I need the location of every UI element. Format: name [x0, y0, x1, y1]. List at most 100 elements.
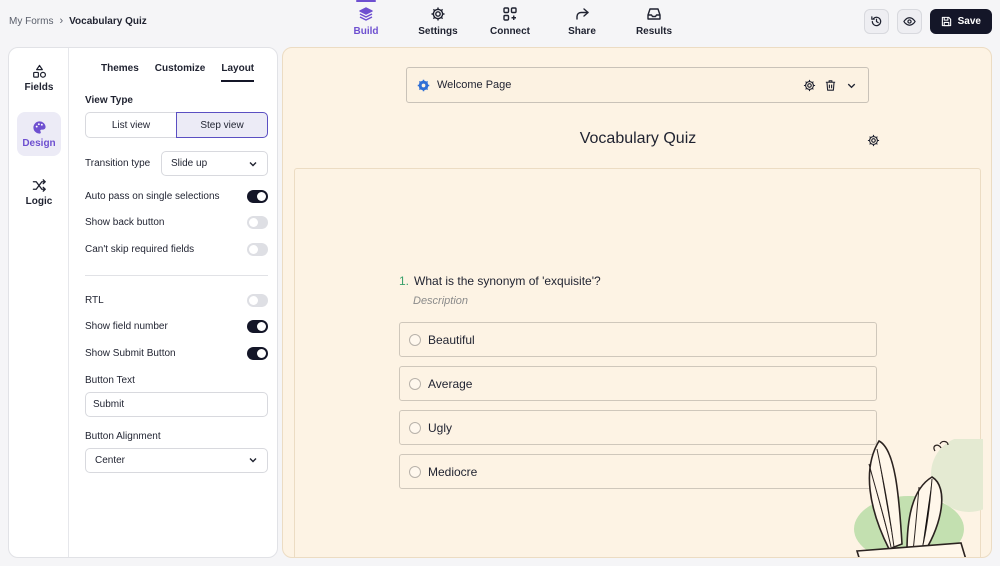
breadcrumb-separator: ›	[59, 15, 64, 27]
rail-logic-label: Logic	[25, 195, 53, 207]
breadcrumb-current: Vocabulary Quiz	[69, 15, 147, 27]
rtl-toggle[interactable]	[247, 293, 268, 307]
toggle-group-a: Auto pass on single selections Show back…	[85, 183, 268, 263]
history-button[interactable]	[863, 9, 889, 34]
grid-plus-icon	[503, 7, 517, 21]
rail-item-design[interactable]: Design	[17, 112, 61, 156]
tab-results[interactable]: Results	[618, 6, 690, 37]
main-nav: Build Settings Connect Share Results	[330, 0, 690, 37]
tab-share-label: Share	[568, 26, 596, 37]
chevron-down-icon	[249, 458, 257, 463]
question-description[interactable]: Description	[413, 295, 468, 307]
show-submit-toggle[interactable]	[247, 346, 268, 360]
tab-build-label: Build	[353, 26, 379, 37]
show-field-number-row: Show field number	[85, 313, 268, 340]
palette-icon	[32, 120, 46, 134]
layers-icon	[359, 7, 373, 21]
question-card: 1. What is the synonym of 'exquisite'? De…	[294, 168, 983, 557]
divider	[85, 274, 268, 276]
option-item[interactable]: Mediocre	[399, 454, 877, 489]
top-bar: My Forms › Vocabulary Quiz Build Setting…	[0, 0, 1000, 44]
toggle-group-b: RTL Show field number Show Submit Button	[85, 287, 268, 367]
tab-connect[interactable]: Connect	[474, 6, 546, 37]
transition-value: Slide up	[171, 158, 208, 169]
auto-pass-row: Auto pass on single selections	[85, 183, 268, 210]
radio-icon	[409, 421, 421, 434]
rail-item-fields[interactable]: Fields	[17, 56, 61, 100]
button-alignment-select[interactable]: Center	[85, 447, 268, 473]
rail-design-label: Design	[22, 137, 56, 149]
left-panel: Fields Design Logic Themes Customize Lay…	[8, 47, 278, 558]
show-back-toggle[interactable]	[247, 216, 268, 230]
rail-item-logic[interactable]: Logic	[17, 170, 61, 214]
transition-label: Transition type	[85, 158, 151, 169]
chevron-down-icon[interactable]	[845, 79, 858, 92]
question-text: What is the synonym of 'exquisite'?	[414, 274, 601, 288]
button-text-label: Button Text	[85, 374, 135, 386]
inbox-icon	[647, 8, 661, 20]
step-view-option[interactable]: Step view	[176, 112, 268, 138]
option-label: Average	[428, 376, 473, 391]
welcome-page-title: Welcome Page	[437, 79, 512, 91]
radio-icon	[409, 333, 421, 346]
tab-themes[interactable]: Themes	[101, 63, 139, 82]
shuffle-icon	[32, 178, 46, 192]
breadcrumb-my-forms[interactable]: My Forms	[9, 16, 53, 27]
transition-row: Transition type Slide up	[85, 151, 268, 176]
form-canvas: Welcome Page Vocabulary Quiz 1. What is t…	[282, 47, 992, 558]
button-text-input[interactable]: Submit	[85, 391, 268, 417]
cant-skip-toggle[interactable]	[247, 242, 268, 256]
side-rail: Fields Design Logic	[9, 48, 69, 557]
view-type-toggle: List view Step view	[85, 112, 268, 138]
layout-settings: Themes Customize Layout View Type List v…	[69, 48, 277, 557]
welcome-page-bar[interactable]: Welcome Page	[406, 67, 869, 103]
welcome-actions	[803, 79, 858, 92]
auto-pass-toggle[interactable]	[247, 189, 268, 203]
shapes-icon	[32, 64, 46, 78]
transition-select[interactable]: Slide up	[161, 151, 268, 176]
tab-layout[interactable]: Layout	[221, 63, 255, 82]
list-view-option[interactable]: List view	[85, 112, 176, 138]
show-back-label: Show back button	[85, 217, 165, 229]
tab-share[interactable]: Share	[546, 6, 618, 37]
rtl-row: RTL	[85, 287, 268, 314]
gear-icon	[417, 79, 430, 91]
cant-skip-label: Can't skip required fields	[85, 243, 195, 255]
option-label: Mediocre	[428, 464, 478, 479]
show-submit-row: Show Submit Button	[85, 340, 268, 367]
settings-tabs: Themes Customize Layout	[85, 63, 268, 82]
chevron-down-icon	[249, 161, 257, 166]
save-icon	[941, 16, 951, 27]
rail-fields-label: Fields	[24, 81, 54, 93]
save-label: Save	[957, 16, 981, 27]
form-title[interactable]: Vocabulary Quiz	[283, 130, 991, 148]
option-item[interactable]: Beautiful	[399, 322, 877, 357]
view-type-label: View Type	[85, 95, 133, 106]
question-title[interactable]: 1. What is the synonym of 'exquisite'?	[399, 274, 601, 288]
gear-icon[interactable]	[867, 134, 880, 147]
breadcrumb: My Forms › Vocabulary Quiz	[9, 15, 147, 27]
show-field-number-label: Show field number	[85, 321, 168, 333]
question-number: 1.	[399, 274, 410, 288]
header-actions: Save	[863, 9, 992, 34]
tab-customize[interactable]: Customize	[155, 63, 206, 82]
tab-settings-label: Settings	[418, 26, 458, 37]
show-back-row: Show back button	[85, 210, 268, 237]
gear-icon[interactable]	[803, 79, 816, 92]
save-button[interactable]: Save	[929, 9, 992, 34]
eye-icon	[902, 17, 916, 26]
history-icon	[870, 16, 881, 27]
option-item[interactable]: Ugly	[399, 410, 877, 445]
preview-button[interactable]	[896, 9, 922, 34]
show-submit-label: Show Submit Button	[85, 347, 176, 359]
tab-build[interactable]: Build	[330, 0, 402, 37]
cant-skip-row: Can't skip required fields	[85, 236, 268, 263]
show-field-number-toggle[interactable]	[247, 320, 268, 334]
option-item[interactable]: Average	[399, 366, 877, 401]
tab-settings[interactable]: Settings	[402, 6, 474, 37]
rtl-label: RTL	[85, 294, 104, 306]
trash-icon[interactable]	[824, 79, 837, 92]
auto-pass-label: Auto pass on single selections	[85, 190, 220, 202]
button-alignment-label: Button Alignment	[85, 430, 161, 442]
share-arrow-icon	[576, 8, 589, 20]
